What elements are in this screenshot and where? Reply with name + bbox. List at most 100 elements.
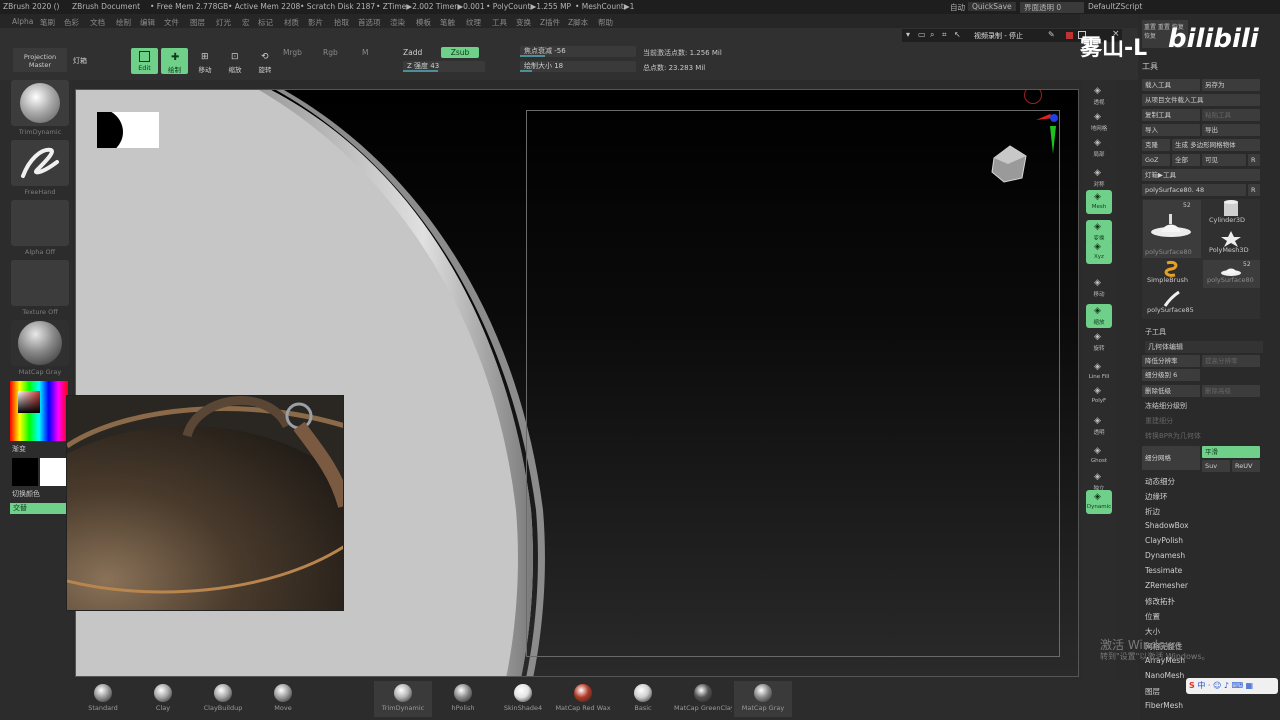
menu-item[interactable]: 影片 bbox=[308, 17, 323, 28]
current-tool-slider[interactable]: polySurface80. 48 bbox=[1142, 184, 1246, 196]
tool-panel-section[interactable]: ZRemesher bbox=[1145, 581, 1188, 590]
brush-slot[interactable] bbox=[11, 80, 69, 126]
menu-item[interactable]: 模板 bbox=[416, 17, 431, 28]
stop-icon[interactable] bbox=[1066, 32, 1073, 39]
shelf-item[interactable]: Clay bbox=[134, 681, 192, 717]
shelf-item[interactable]: MatCap GreenClay bbox=[674, 681, 732, 717]
menu-item[interactable]: 编辑 bbox=[140, 17, 155, 28]
tool-panel-section[interactable]: 图层 bbox=[1145, 686, 1160, 697]
right-strip-button[interactable]: ◈ PolyF bbox=[1086, 384, 1112, 408]
reference-image[interactable] bbox=[66, 395, 344, 611]
menu-item[interactable]: 首选项 bbox=[358, 17, 381, 28]
ime-toolbar[interactable]: S 中 · ☺ ♪ ⌨ ▦ bbox=[1186, 678, 1278, 694]
menu-item[interactable]: 灯光 bbox=[216, 17, 231, 28]
lower-res-button[interactable]: 降低分辨率 bbox=[1142, 355, 1200, 367]
stroke-slot[interactable] bbox=[11, 140, 69, 186]
color-square[interactable] bbox=[18, 391, 40, 413]
menu-item[interactable]: 渲染 bbox=[390, 17, 405, 28]
menu-item[interactable]: Alpha bbox=[12, 17, 33, 26]
menu-item[interactable]: 工具 bbox=[492, 17, 507, 28]
right-strip-button[interactable]: ◈ 透明 bbox=[1086, 414, 1112, 438]
goz-visible-button[interactable]: 可见 bbox=[1202, 154, 1246, 166]
shelf-item[interactable]: Move bbox=[254, 681, 312, 717]
switch-color-button[interactable]: 切换颜色 bbox=[12, 489, 40, 499]
higher-res-button[interactable]: 提高分辨率 bbox=[1202, 355, 1260, 367]
freeze-sdiv-button[interactable]: 冻结细分级别 bbox=[1145, 400, 1187, 412]
tool-panel-section[interactable]: 动态细分 bbox=[1145, 476, 1175, 487]
right-strip-button[interactable]: ◈ 缩放 bbox=[1086, 304, 1112, 328]
shelf-item[interactable]: Basic bbox=[614, 681, 672, 717]
thumbnail-preview[interactable] bbox=[97, 112, 159, 148]
alternate-button[interactable]: 交替 bbox=[10, 503, 68, 514]
lightbox-tool-button[interactable]: 灯箱▶工具 bbox=[1142, 169, 1260, 181]
convert-bpr-button[interactable]: 转换BPR为几何体 bbox=[1145, 430, 1201, 442]
reuv-toggle[interactable]: ReUV bbox=[1232, 460, 1260, 472]
tool-thumb-polysurface80[interactable]: 52 polySurface80 bbox=[1143, 200, 1201, 258]
draw-size-slider[interactable]: 绘制大小 18 bbox=[520, 61, 636, 72]
tool-panel-section[interactable]: 折边 bbox=[1145, 506, 1160, 517]
transparency-slider[interactable]: 界面透明 0 bbox=[1020, 2, 1084, 13]
right-strip-button[interactable]: ◈ Xyz bbox=[1086, 240, 1112, 264]
menu-item[interactable]: 纹理 bbox=[466, 17, 481, 28]
right-strip-button[interactable]: ◈ 移动 bbox=[1086, 276, 1112, 300]
right-strip-button[interactable]: ◈ Mesh bbox=[1086, 190, 1112, 214]
menu-item[interactable]: 文档 bbox=[90, 17, 105, 28]
projection-master-button[interactable]: Projection Master bbox=[13, 48, 67, 72]
right-strip-button[interactable]: ◈ 对称 bbox=[1086, 166, 1112, 190]
menu-item[interactable]: 笔触 bbox=[440, 17, 455, 28]
right-strip-button[interactable]: ◈ 旋转 bbox=[1086, 330, 1112, 354]
move-button[interactable]: ⊞ 移动 bbox=[192, 50, 218, 74]
secondary-color-swatch[interactable] bbox=[40, 458, 66, 486]
pointer-icon[interactable]: ↖ bbox=[954, 30, 961, 39]
right-strip-button[interactable]: ◈ 局部 bbox=[1086, 136, 1112, 160]
recording-status[interactable]: 视频录制 - 停止 bbox=[974, 31, 1023, 41]
right-strip-button[interactable]: ◈ 透视 bbox=[1086, 84, 1112, 108]
m-button[interactable]: M bbox=[362, 48, 368, 57]
tool-thumb-polymesh3d[interactable]: PolyMesh3D bbox=[1203, 230, 1260, 258]
tool-panel-section[interactable]: 边缘环 bbox=[1145, 491, 1168, 502]
menu-item[interactable]: 标记 bbox=[258, 17, 273, 28]
focal-shift-slider[interactable]: 焦点衰减 -56 bbox=[520, 46, 636, 57]
current-tool-r-button[interactable]: R bbox=[1248, 184, 1260, 196]
main-color-swatch[interactable] bbox=[12, 458, 38, 486]
rgb-button[interactable]: Rgb bbox=[323, 48, 338, 57]
menu-item[interactable]: 拾取 bbox=[334, 17, 349, 28]
del-lower-button[interactable]: 删除低级 bbox=[1142, 385, 1200, 397]
tool-panel-section[interactable]: Tessimate bbox=[1145, 566, 1182, 575]
right-strip-button[interactable]: ◈ Ghost bbox=[1086, 444, 1112, 468]
alpha-slot[interactable] bbox=[11, 200, 69, 246]
crop-icon[interactable]: ⌗ bbox=[942, 30, 947, 40]
goz-all-button[interactable]: 全部 bbox=[1172, 154, 1200, 166]
export-button[interactable]: 导出 bbox=[1202, 124, 1260, 136]
menu-item[interactable]: 宏 bbox=[242, 17, 250, 28]
material-slot[interactable] bbox=[11, 320, 69, 366]
lightbox-button[interactable]: 灯箱 bbox=[73, 56, 87, 66]
shelf-item[interactable]: MatCap Gray bbox=[734, 681, 792, 717]
goz-r-button[interactable]: R bbox=[1248, 154, 1260, 166]
quicksave-button[interactable]: QuickSave bbox=[968, 2, 1016, 11]
save-as-button[interactable]: 另存为 bbox=[1202, 79, 1260, 91]
divide-button[interactable]: 细分网格 bbox=[1142, 446, 1200, 470]
menu-item[interactable]: 变换 bbox=[516, 17, 531, 28]
tool-thumb-simplebrush[interactable]: SimpleBrush bbox=[1143, 260, 1201, 288]
monitor-icon[interactable]: ▭ bbox=[918, 30, 926, 39]
tool-panel-section[interactable]: ShadowBox bbox=[1145, 521, 1189, 530]
smooth-toggle[interactable]: 平滑 bbox=[1202, 446, 1260, 458]
zsub-button[interactable]: Zsub bbox=[441, 47, 479, 58]
draw-button[interactable]: ✚ 绘制 bbox=[161, 48, 188, 74]
search-icon[interactable]: ⌕ bbox=[930, 30, 934, 40]
tool-panel-section[interactable]: FiberMesh bbox=[1145, 701, 1183, 710]
tool-thumb-polysurface80-b[interactable]: 52 polySurface80 bbox=[1203, 260, 1260, 288]
default-zscript[interactable]: DefaultZScript bbox=[1088, 2, 1142, 11]
menu-item[interactable]: Z插件 bbox=[540, 17, 560, 28]
color-picker[interactable] bbox=[10, 381, 68, 441]
goz-button[interactable]: GoZ bbox=[1142, 154, 1170, 166]
menu-item[interactable]: 色彩 bbox=[64, 17, 79, 28]
tool-panel-section[interactable]: 位置 bbox=[1145, 611, 1160, 622]
reconstruct-button[interactable]: 重建细分 bbox=[1145, 415, 1173, 427]
shelf-item[interactable]: ClayBuildup bbox=[194, 681, 252, 717]
right-strip-button[interactable]: ◈ 地网格 bbox=[1086, 110, 1112, 134]
dropdown-icon[interactable]: ▾ bbox=[906, 30, 910, 39]
right-strip-button[interactable]: ◈ Dynamic bbox=[1086, 490, 1112, 514]
texture-slot[interactable] bbox=[11, 260, 69, 306]
